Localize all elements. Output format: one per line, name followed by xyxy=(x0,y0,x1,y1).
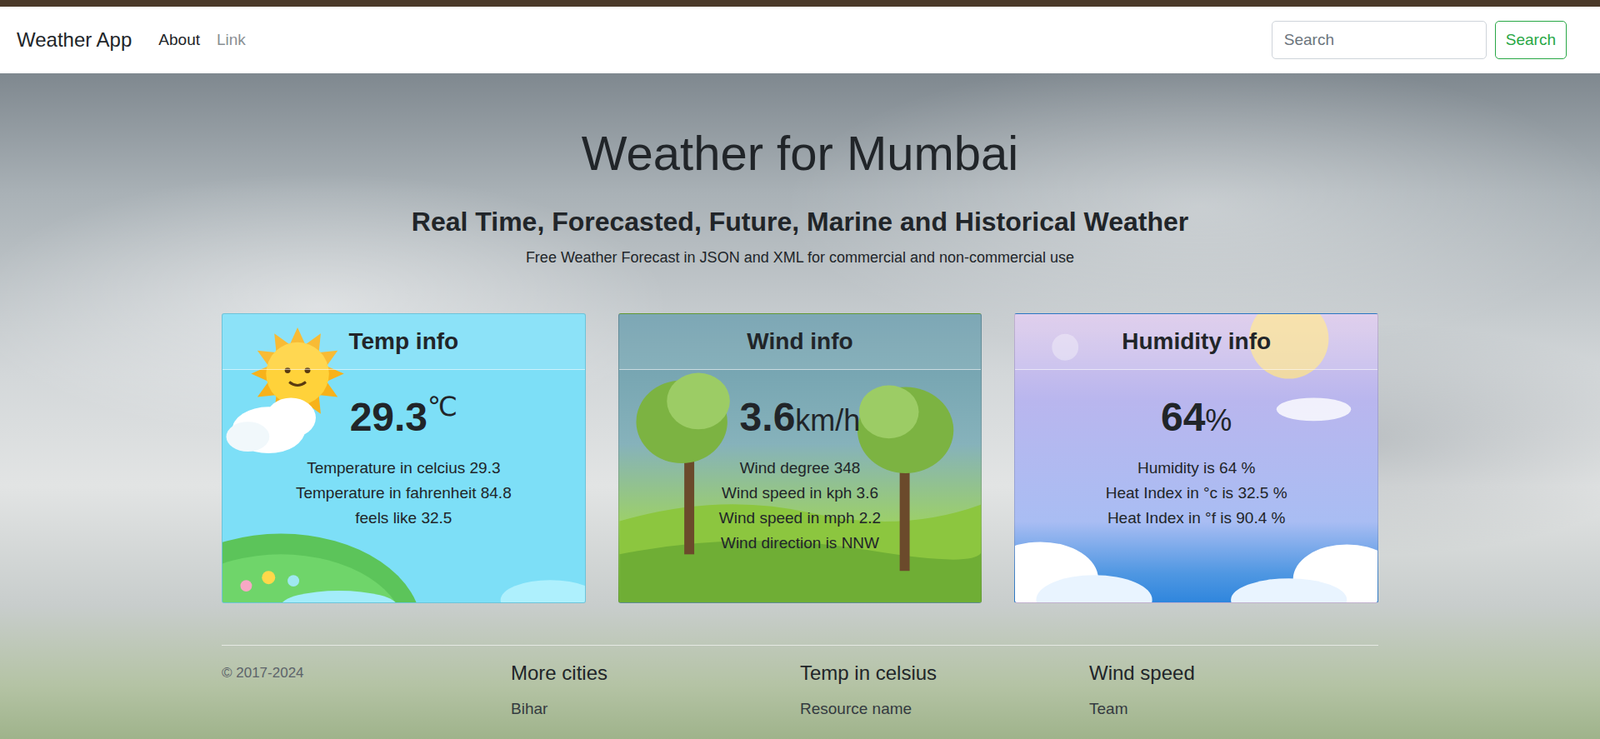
card-line: Temperature in fahrenheit 84.8 xyxy=(235,480,572,506)
card-header: Humidity info xyxy=(1015,314,1378,370)
card-line: Heat Index in °c is 32.5 % xyxy=(1028,480,1365,506)
card-line: Humidity is 64 % xyxy=(1028,455,1365,481)
footer: © 2017-2024More cities BiharTemp in celsi… xyxy=(221,645,1379,721)
weather-card: Temp info 29.3℃ Temperature in celcius 29.… xyxy=(221,313,586,604)
footer-column: Temp in celsius Resource name xyxy=(800,660,1090,721)
brand-link[interactable]: Weather App xyxy=(16,28,132,52)
card-value: 3.6km/h xyxy=(632,393,969,451)
footer-column: Wind speed Team xyxy=(1089,660,1379,721)
footer-heading: Temp in celsius xyxy=(800,660,1090,685)
page-title: Weather for Mumbai xyxy=(581,124,1019,183)
top-strip xyxy=(0,0,1600,7)
card-line: Wind speed in mph 2.2 xyxy=(632,505,969,531)
footer-heading: Wind speed xyxy=(1089,660,1379,685)
footer-link[interactable]: Bihar xyxy=(510,697,800,721)
card-header: Wind info xyxy=(619,314,982,370)
copyright: © 2017-2024 xyxy=(221,660,511,721)
card-line: Wind degree 348 xyxy=(632,455,969,481)
card-value: 29.3℃ xyxy=(235,393,572,451)
card-body: 3.6km/h Wind degree 348Wind speed in kph … xyxy=(619,370,982,570)
card-value: 64% xyxy=(1028,393,1365,451)
weather-card: Humidity info64%Humidity is 64 %Heat Ind… xyxy=(1014,313,1379,604)
card-line: Temperature in celcius 29.3 xyxy=(235,455,572,481)
weather-page: Weather App About Link Search Weather for Mu… xyxy=(0,0,1600,739)
nav-link[interactable]: Link xyxy=(216,30,246,50)
card-line: feels like 32.5 xyxy=(235,505,572,531)
page-subtitle: Real Time, Forecasted, Future, Marine an… xyxy=(411,205,1189,238)
navbar: Weather App About Link Search xyxy=(0,6,1600,74)
nav-link[interactable]: About xyxy=(158,30,200,50)
search-button[interactable]: Search xyxy=(1495,20,1567,60)
card-line: Heat Index in °f is 90.4 % xyxy=(1028,505,1365,531)
footer-link[interactable]: Team xyxy=(1089,697,1379,721)
search-form: Search xyxy=(1271,20,1567,60)
search-input[interactable] xyxy=(1271,20,1487,60)
weather-card: Wind info3.6km/hWind degree 348Wind spee… xyxy=(618,313,983,604)
cards-row: Temp info 29.3℃ Temperature in celcius 29.… xyxy=(221,313,1379,604)
page-tagline: Free Weather Forecast in JSON and XML fo… xyxy=(525,246,1075,270)
footer-link[interactable]: Resource name xyxy=(800,697,1090,721)
card-body: 64% Humidity is 64 %Heat Index in °c is 3… xyxy=(1015,370,1378,545)
card-line: Wind speed in kph 3.6 xyxy=(632,480,969,506)
footer-heading: More cities xyxy=(510,660,800,685)
footer-column: More cities Bihar xyxy=(510,660,800,721)
card-header: Temp info xyxy=(222,314,585,370)
card-line: Wind direction is NNW xyxy=(632,530,969,556)
card-body: 29.3℃ Temperature in celcius 29.3Temperat… xyxy=(222,370,585,545)
hero-background: Weather for Mumbai Real Time, Forecasted,… xyxy=(0,73,1600,739)
